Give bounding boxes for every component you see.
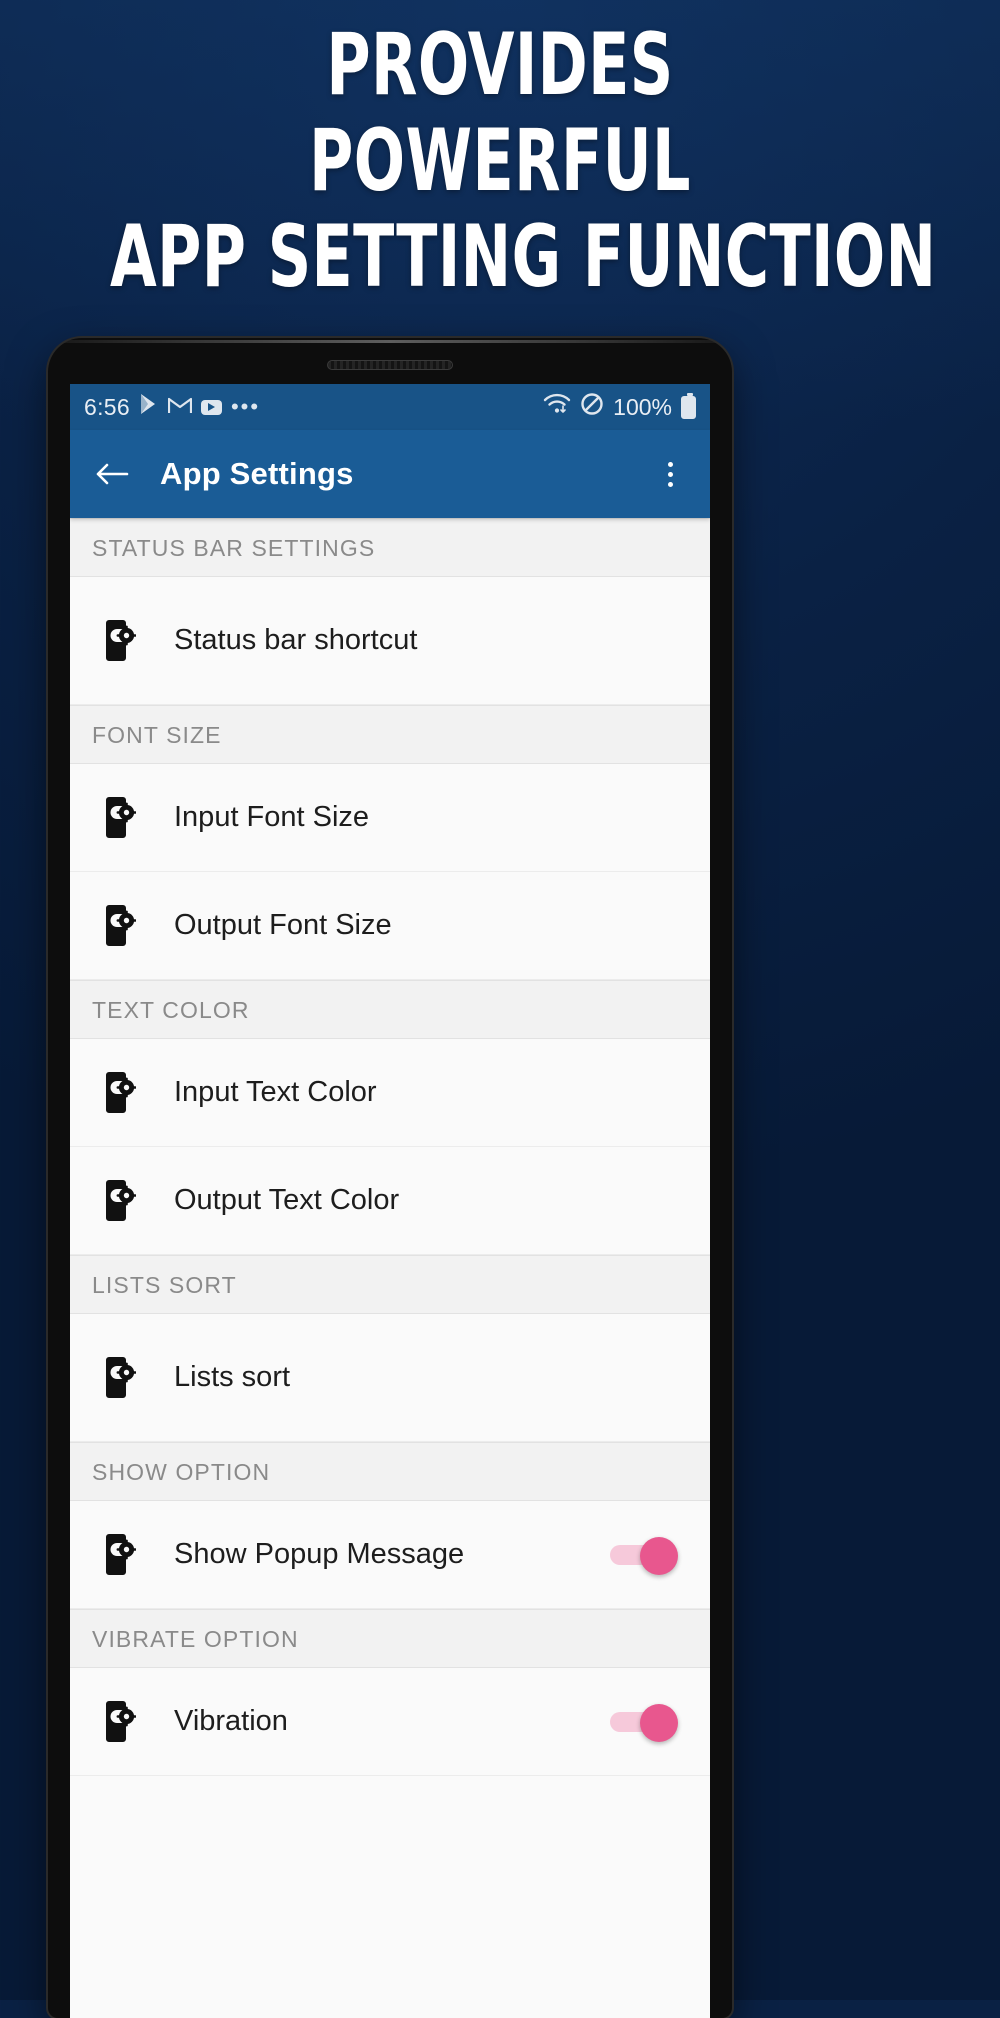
settings-row-label: Output Font Size bbox=[174, 909, 392, 941]
status-bar: 6:56 ••• 100% bbox=[70, 384, 710, 430]
phone-screen: 6:56 ••• 100% App Settings STATUS BAR SE… bbox=[70, 384, 710, 2018]
settings-row-label: Input Text Color bbox=[174, 1076, 377, 1108]
settings-list[interactable]: pre re STATUS BAR SETTINGS Status bar sh… bbox=[70, 518, 710, 2018]
settings-toggle-switch[interactable] bbox=[610, 1536, 688, 1575]
settings-row[interactable]: Output Text Color bbox=[70, 1147, 710, 1255]
settings-row-label: Vibration bbox=[174, 1705, 288, 1737]
more-notifications-icon: ••• bbox=[230, 394, 261, 419]
app-bar: App Settings bbox=[70, 430, 710, 518]
phone-settings-icon bbox=[106, 1071, 136, 1113]
phone-settings-icon bbox=[92, 1700, 146, 1743]
battery-percent-label: 100% bbox=[613, 393, 672, 420]
youtube-icon bbox=[200, 399, 222, 415]
section-header: FONT SIZE bbox=[70, 705, 710, 764]
phone-settings-icon bbox=[106, 904, 136, 946]
section-header: VIBRATE OPTION bbox=[70, 1609, 710, 1668]
section-header: STATUS BAR SETTINGS bbox=[70, 518, 710, 577]
settings-row[interactable]: Show Popup Message bbox=[70, 1501, 710, 1609]
back-arrow-icon[interactable] bbox=[90, 452, 134, 496]
phone-settings-icon bbox=[92, 1071, 146, 1114]
headline-line-1: PROVIDES bbox=[326, 15, 674, 115]
settings-row-label: Output Text Color bbox=[174, 1184, 400, 1216]
phone-settings-icon bbox=[106, 1533, 136, 1575]
phone-settings-icon bbox=[106, 619, 136, 661]
phone-settings-icon bbox=[92, 904, 146, 947]
play-store-icon bbox=[139, 393, 159, 421]
gmail-icon bbox=[167, 394, 193, 420]
phone-earpiece-speaker bbox=[327, 360, 453, 370]
battery-full-icon bbox=[681, 392, 696, 419]
section-header: TEXT COLOR bbox=[70, 980, 710, 1039]
settings-row-label: Status bar shortcut bbox=[174, 624, 418, 656]
section-header: LISTS SORT bbox=[70, 1255, 710, 1314]
settings-toggle-switch[interactable] bbox=[610, 1703, 688, 1742]
toggle-knob bbox=[640, 1703, 678, 1742]
wifi-data-icon bbox=[543, 393, 571, 421]
phone-settings-icon bbox=[92, 1356, 146, 1399]
section-header: SHOW OPTION bbox=[70, 1442, 710, 1501]
phone-settings-icon bbox=[106, 1700, 136, 1742]
settings-row[interactable]: Vibration bbox=[70, 1668, 710, 1776]
settings-row[interactable]: Status bar shortcut bbox=[70, 577, 710, 705]
phone-settings-icon bbox=[106, 1179, 136, 1221]
promo-headline: PROVIDES POWERFUL APP SETTING FUNCTION bbox=[0, 15, 1000, 307]
toggle-knob bbox=[640, 1536, 678, 1575]
more-vert-icon[interactable] bbox=[650, 452, 690, 496]
headline-line-3: APP SETTING FUNCTION bbox=[110, 206, 937, 307]
phone-settings-icon bbox=[92, 1533, 146, 1576]
phone-settings-icon bbox=[106, 1356, 136, 1398]
status-bar-left: 6:56 ••• bbox=[84, 393, 260, 421]
headline-line-2: POWERFUL bbox=[309, 110, 691, 211]
promo-background: PROVIDES POWERFUL APP SETTING FUNCTION 6… bbox=[0, 0, 1000, 2018]
phone-settings-icon bbox=[92, 619, 146, 662]
do-not-disturb-icon bbox=[580, 392, 604, 422]
status-bar-right: 100% bbox=[543, 392, 696, 422]
settings-row[interactable]: Lists sort bbox=[70, 1314, 710, 1442]
phone-settings-icon bbox=[92, 1179, 146, 1222]
phone-settings-icon bbox=[92, 796, 146, 839]
settings-row[interactable]: Output Font Size bbox=[70, 872, 710, 980]
status-bar-clock: 6:56 bbox=[84, 393, 130, 420]
settings-row[interactable]: Input Font Size bbox=[70, 764, 710, 872]
settings-row-label: Lists sort bbox=[174, 1361, 291, 1393]
settings-row[interactable]: Input Text Color bbox=[70, 1039, 710, 1147]
settings-row-label: Input Font Size bbox=[174, 801, 370, 833]
phone-mockup: 6:56 ••• 100% App Settings STATUS BAR SE… bbox=[48, 338, 732, 2018]
settings-row-label: Show Popup Message bbox=[174, 1538, 465, 1570]
phone-settings-icon bbox=[106, 796, 136, 838]
page-title: App Settings bbox=[160, 456, 354, 491]
